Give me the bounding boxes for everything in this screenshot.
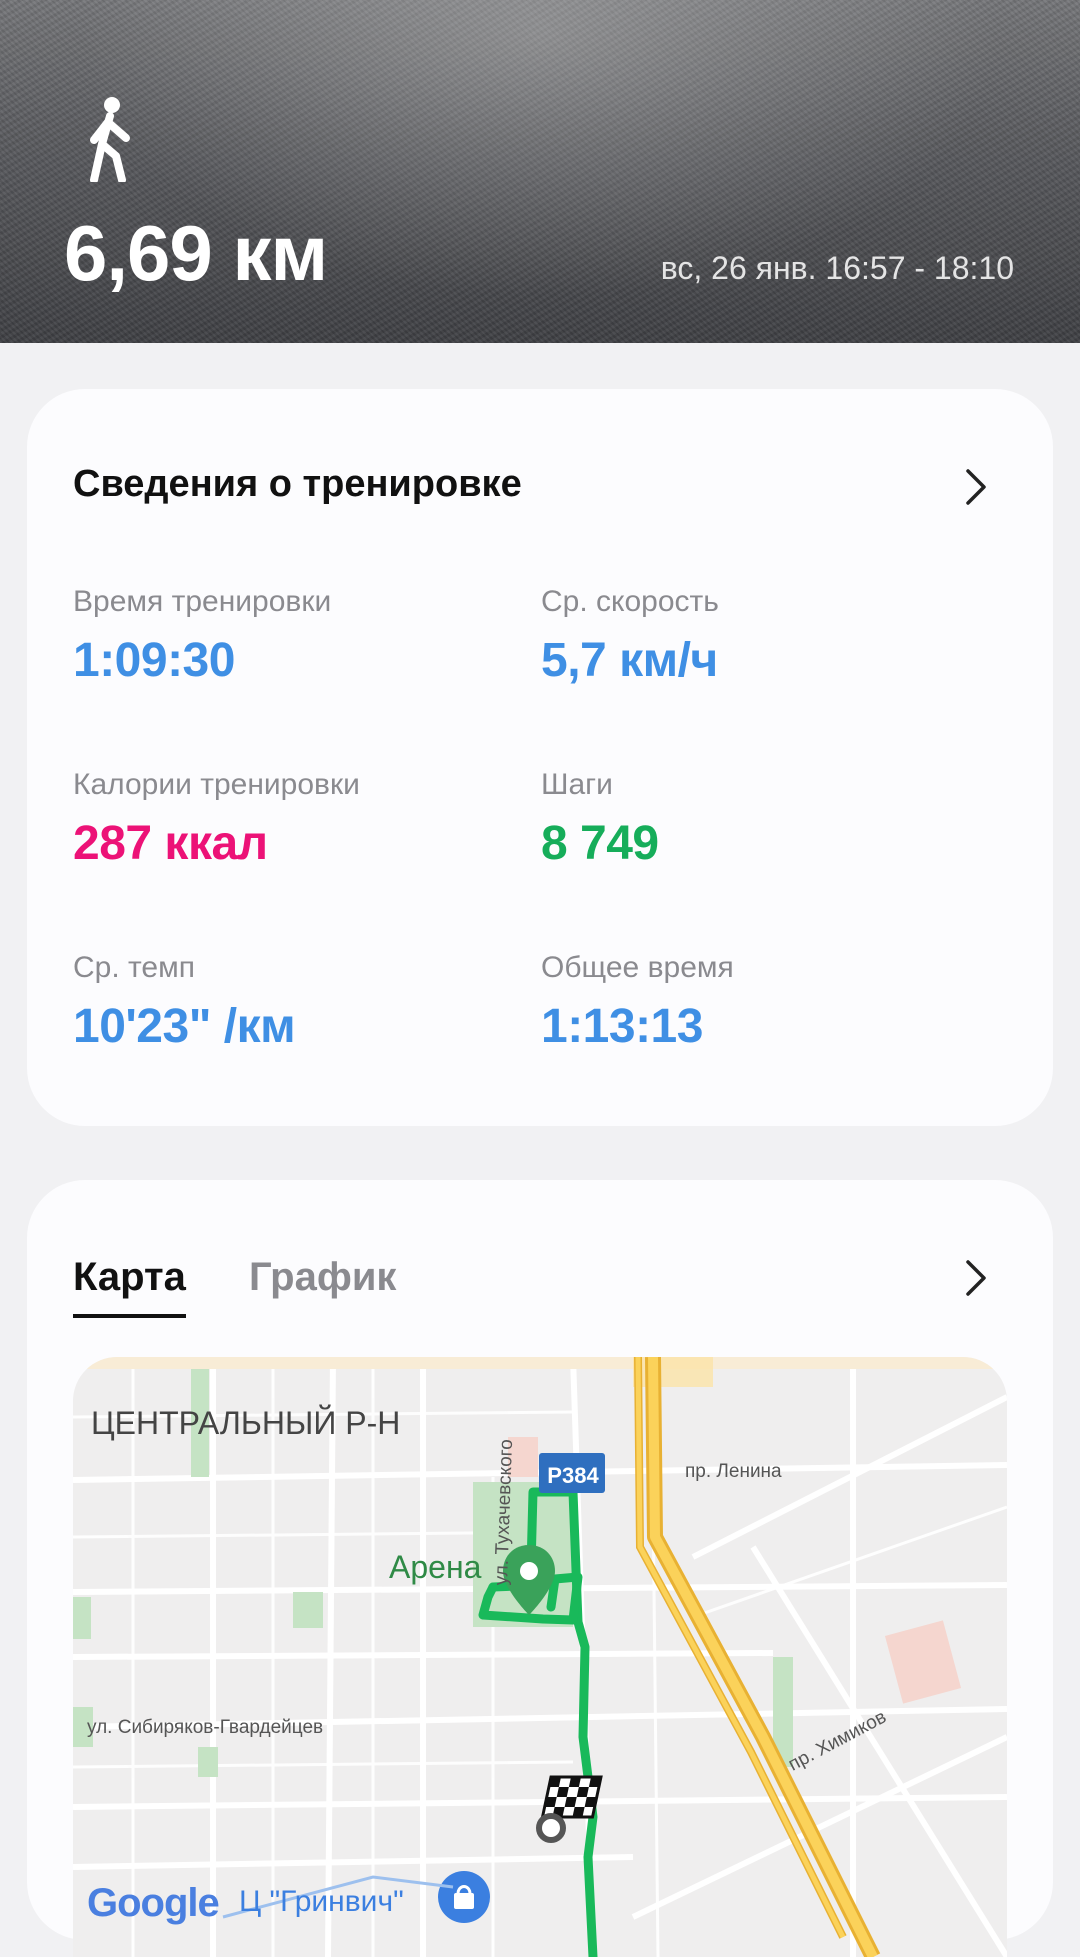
map-label-street-lenin: пр. Ленина	[685, 1461, 782, 1482]
map-label-arena: Арена	[389, 1549, 482, 1585]
stat-value: 5,7 км/ч	[541, 634, 718, 687]
stat-label: Калории тренировки	[73, 768, 360, 801]
workout-details-card[interactable]: Сведения о тренировке Время тренировки 1…	[27, 389, 1053, 1126]
stat-value: 1:13:13	[541, 1000, 703, 1053]
tab-chart[interactable]: График	[249, 1255, 396, 1300]
stat-value: 8 749	[541, 817, 659, 870]
workout-datetime: вс, 26 янв. 16:57 - 18:10	[660, 250, 1014, 286]
stat-label: Шаги	[541, 768, 613, 801]
route-map[interactable]: ЦЕНТРАЛЬНЫЙ Р-Н Р384 пр. Ленина ул. Туха…	[73, 1357, 1007, 1957]
stat-avg-pace: Ср. темп 10'23" /км	[73, 951, 296, 1054]
start-point-icon	[536, 1813, 566, 1843]
chevron-right-icon[interactable]	[963, 1258, 989, 1298]
chevron-right-icon[interactable]	[963, 467, 989, 507]
stat-value: 1:09:30	[73, 634, 235, 687]
map-canvas	[73, 1357, 1007, 1957]
stat-calories: Калории тренировки 287 ккал	[73, 768, 360, 871]
stat-label: Общее время	[541, 951, 734, 984]
stat-label: Ср. скорость	[541, 585, 719, 618]
map-card: Карта График ЦЕНТРАЛЬНЫЙ Р-Н Р384 пр. Ле…	[27, 1180, 1053, 1957]
stat-label: Ср. темп	[73, 951, 195, 984]
google-logo: Google	[87, 1881, 220, 1925]
shopping-bag-icon	[438, 1871, 490, 1923]
map-label-street-sibiryakov: ул. Сибиряков-Гвардейцев	[87, 1717, 324, 1738]
finish-flag-icon	[540, 1775, 603, 1819]
map-label-district: ЦЕНТРАЛЬНЫЙ Р-Н	[91, 1405, 401, 1441]
walking-person-icon	[90, 97, 130, 182]
stat-avg-speed: Ср. скорость 5,7 км/ч	[541, 585, 719, 688]
map-label-shop: Ц "Гринвич"	[239, 1885, 404, 1918]
stat-steps: Шаги 8 749	[541, 768, 659, 871]
stat-label: Время тренировки	[73, 585, 332, 618]
distance-value: 6,69 км	[64, 209, 328, 297]
map-badge-text: Р384	[547, 1463, 599, 1488]
stat-total-time: Общее время 1:13:13	[541, 951, 734, 1054]
stat-value: 10'23" /км	[73, 1000, 296, 1053]
tab-map[interactable]: Карта	[73, 1255, 186, 1318]
stat-value: 287 ккал	[73, 817, 268, 870]
header-banner: 6,69 км вс, 26 янв. 16:57 - 18:10	[0, 0, 1080, 343]
workout-details-title: Сведения о тренировке	[73, 463, 522, 505]
stat-workout-time: Время тренировки 1:09:30	[73, 585, 331, 688]
